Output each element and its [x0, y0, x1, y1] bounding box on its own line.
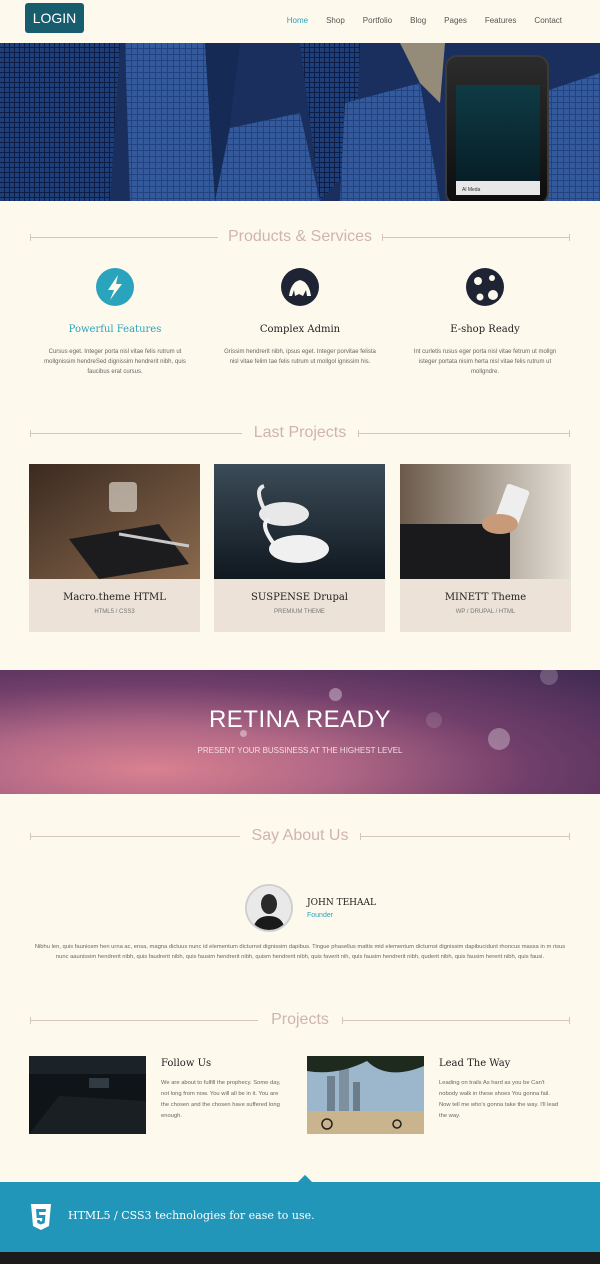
- founder-name: JOHN TEHAAL: [307, 898, 376, 908]
- nav-portfolio[interactable]: Portfolio: [363, 16, 392, 26]
- login-button[interactable]: LOGIN: [25, 3, 84, 33]
- phone-screen: Al Meda: [456, 85, 540, 195]
- project-card[interactable]: Macro.theme HTML HTML5 / CSS3: [29, 464, 200, 632]
- footer-banner: HTML5 / CSS3 technologies for ease to us…: [0, 1174, 600, 1252]
- project-card[interactable]: SUSPENSE Drupal PREMIUM THEME: [214, 464, 385, 632]
- project-subtitle: HTML5 / CSS3: [94, 609, 135, 615]
- project-title: SUSPENSE Drupal: [250, 592, 349, 603]
- html5-icon: [31, 1204, 51, 1230]
- feature-text: Cursus eget. Integer porta nisl vitae fe…: [44, 349, 186, 375]
- founder-role: Founder: [307, 912, 334, 919]
- nav-shop[interactable]: Shop: [326, 16, 345, 26]
- retina-title: RETINA READY: [208, 706, 392, 733]
- main-nav: Home Shop Portfolio Blog Pages Features …: [269, 16, 562, 26]
- project-title: Follow Us: [161, 1058, 212, 1069]
- feature-title: Complex Admin: [259, 324, 341, 335]
- feature-admin: Complex Admin Grissim hendrerit nibh, ip…: [215, 268, 385, 367]
- admin-icon: [281, 268, 319, 306]
- project-subtitle: WP / DRUPAL / HTML: [455, 609, 516, 615]
- products-section-title: Products & Services: [30, 227, 570, 247]
- feature-powerful: Powerful Features Cursus eget. Integer p…: [30, 268, 200, 377]
- nav-features[interactable]: Features: [485, 16, 517, 26]
- project-image: [214, 464, 385, 579]
- project-image: [29, 464, 200, 579]
- project-title: Macro.theme HTML: [63, 592, 166, 603]
- retina-subtitle: PRESENT YOUR BUSSINESS AT THE HIGHEST LE…: [197, 746, 403, 755]
- feature-title: Powerful Features: [68, 324, 162, 335]
- nav-contact[interactable]: Contact: [534, 16, 562, 26]
- phone-mockup: Al Meda: [445, 55, 549, 201]
- project-text: We are about to fulfill the prophecy. So…: [161, 1080, 281, 1119]
- project-subtitle: PREMIUM THEME: [274, 609, 325, 615]
- project-title: MINETT Theme: [444, 592, 527, 603]
- phone-label: Al Meda: [462, 187, 481, 193]
- feature-text: Int curletis rusus eger porta nisl vitae…: [413, 349, 557, 375]
- nav-pages[interactable]: Pages: [444, 16, 467, 26]
- project-card[interactable]: MINETT Theme WP / DRUPAL / HTML: [400, 464, 571, 632]
- hero-image: Al Meda: [0, 43, 600, 201]
- shop-icon: [466, 268, 504, 306]
- project-image[interactable]: [307, 1056, 424, 1134]
- avatar: [245, 884, 293, 932]
- site-header: LOGIN Home Shop Portfolio Blog Pages Fea…: [0, 0, 600, 43]
- bottom-bar: [0, 1252, 600, 1264]
- last-projects-section-title: Last Projects: [30, 423, 570, 443]
- feature-eshop: E-shop Ready Int curletis rusus eger por…: [400, 268, 570, 377]
- footer-text: HTML5 / CSS3 technologies for ease to us…: [68, 1209, 315, 1222]
- project-title: Lead The Way: [439, 1058, 511, 1069]
- projects-section-title: Projects: [30, 1010, 570, 1030]
- nav-blog[interactable]: Blog: [410, 16, 426, 26]
- lightning-icon: [96, 268, 134, 306]
- project-image[interactable]: [29, 1056, 146, 1134]
- retina-banner: RETINA READY PRESENT YOUR BUSSINESS AT T…: [0, 670, 600, 794]
- project-image: [400, 464, 571, 579]
- nav-home[interactable]: Home: [287, 16, 308, 26]
- feature-title: E-shop Ready: [450, 324, 520, 335]
- about-section-title: Say About Us: [30, 826, 570, 846]
- project-text: Leading on trails As hard as you be Can'…: [439, 1080, 559, 1119]
- testimonial-text: Nibhu len, quis fauniosm hen urna ac, en…: [34, 944, 566, 960]
- feature-text: Grissim hendrerit nibh, ipsus eget. Inte…: [224, 349, 376, 365]
